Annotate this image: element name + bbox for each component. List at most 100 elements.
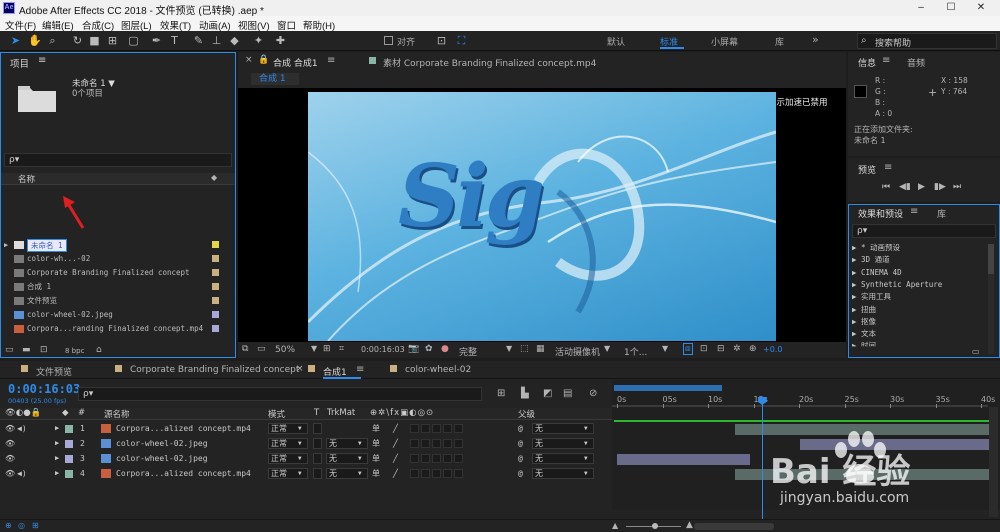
menu-animation[interactable]: 动画(A) [199,18,231,32]
layer-switch-box[interactable] [410,439,419,448]
column-name-label[interactable]: 名称 [18,173,35,185]
zoom-chevron-down-icon[interactable]: ▼ [311,344,317,353]
info-tab[interactable]: 信息 [858,56,876,69]
transparency-grid-icon[interactable]: ▦ [536,344,545,354]
menu-layer[interactable]: 图层(L) [121,18,152,32]
pick-whip-icon[interactable]: @ [518,436,523,451]
expand-layer-icon[interactable]: ▶ [55,421,59,436]
snap-grid-icon[interactable]: ⊡ [435,34,448,47]
layer-switch-box[interactable] [410,454,419,463]
effects-scrollbar[interactable] [988,244,994,354]
effects-category-item[interactable]: ▶ Synthetic Aperture [852,279,942,291]
collapse-switch-icon[interactable]: 单 [372,421,380,436]
layer-switch-box[interactable] [432,439,441,448]
label-column-icon[interactable]: ◆ [62,408,69,418]
library-tab[interactable]: 库 [937,207,946,220]
parent-column[interactable]: 父级 [518,408,535,420]
visibility-eye-icon[interactable]: 👁 [5,436,15,451]
mode-column[interactable]: 模式 [268,408,285,420]
quality-switch-icon[interactable]: ╱ [393,466,398,481]
label-swatch[interactable] [212,255,219,262]
bit-depth-label[interactable]: 8 bpc [65,347,84,355]
layer-switch-box[interactable] [421,439,430,448]
mode-chevron-down-icon[interactable]: ▼ [298,421,302,436]
search-help-input[interactable]: ⌕ 搜索帮助 [857,33,997,49]
snapshot-icon[interactable]: 📷 [408,344,419,354]
preview-panel-menu-icon[interactable]: ≡ [884,162,892,173]
label-swatch[interactable] [212,283,219,290]
camera-tool-icon[interactable]: ■ [88,34,101,47]
new-folder-icon[interactable]: ▬ [22,345,31,355]
effects-tab[interactable]: 效果和预设 [858,207,903,220]
visibility-eye-icon[interactable]: 👁 [5,451,15,466]
monitor-icon[interactable]: ▭ [257,344,266,354]
project-list-item[interactable]: color-wh...-02 [0,252,236,266]
source-name-column[interactable]: 源名称 [104,408,130,420]
new-comp-icon[interactable]: ⊡ [40,345,48,355]
audio-speaker-icon[interactable]: ◀) [17,421,27,436]
zoom-in-icon[interactable]: ▲ [686,520,693,530]
layer-switch-box[interactable] [432,454,441,463]
next-frame-icon[interactable]: ▮▶ [934,182,946,192]
layer-duration-bar[interactable] [735,469,990,480]
quality-switch-icon[interactable]: ╱ [393,421,398,436]
project-list-item[interactable]: color-wheel-02.jpeg [0,308,236,322]
visibility-eye-icon[interactable]: 👁 [5,466,15,481]
timeline-icon[interactable]: ⊡ [700,344,708,354]
lock-icon[interactable]: 🔒 [258,55,269,65]
exposure-icon[interactable]: ⊕ [749,344,757,354]
layer-switch-box[interactable] [421,424,430,433]
comp-subtab[interactable]: 合成 1 [251,73,299,85]
effects-category-item[interactable]: ▶ CINEMA 4D [852,267,902,279]
preserve-transparency-box[interactable] [313,423,322,434]
layer-switch-box[interactable] [443,439,452,448]
project-item-name[interactable]: 未命名 1 [27,239,67,252]
info-panel-menu-icon[interactable]: ≡ [882,55,890,66]
expand-layer-icon[interactable]: ▶ [55,436,59,451]
footage-tab-label[interactable]: 素材 Corporate Branding Finalized concept.… [383,56,596,69]
comp-timecode[interactable]: 0:00:16:03 [361,345,405,354]
exposure-value[interactable]: +0.0 [763,345,782,354]
reset-exposure-icon[interactable]: ✲ [733,344,741,354]
layer-label-swatch[interactable] [65,425,73,433]
quality-switch-icon[interactable]: ╱ [393,451,398,466]
safe-zones-icon[interactable]: ⊞ [323,344,331,354]
visibility-eye-icon[interactable]: 👁 [5,421,15,436]
label-swatch[interactable] [212,269,219,276]
mode-chevron-down-icon[interactable]: ▼ [298,451,302,466]
workspace-library[interactable]: 库 [775,35,784,48]
camera-dropdown[interactable]: 活动摄像机 [555,345,600,358]
collapse-switch-icon[interactable]: 单 [372,451,380,466]
expand-layer-icon[interactable]: ▶ [55,451,59,466]
label-swatch[interactable] [212,297,219,304]
comp-tab-label[interactable]: 合成 合成1 [273,56,318,69]
close-tab-icon[interactable]: × [296,364,304,374]
switches-column-icon[interactable]: ⊕✲\fx▣◐◎⊙ [370,408,434,418]
first-frame-icon[interactable]: ⏮ [882,182,890,192]
parent-chevron-down-icon[interactable]: ▼ [584,466,588,481]
playhead[interactable] [757,397,767,519]
trkmat-chevron-down-icon[interactable]: ▼ [358,451,362,466]
layer-switch-box[interactable] [454,424,463,433]
layer-source-name[interactable]: Corpora...alized concept.mp4 [116,466,251,481]
close-button[interactable]: ✕ [966,0,996,16]
layer-label-swatch[interactable] [65,455,73,463]
snap-checkbox[interactable] [384,36,393,45]
timeline-layer-row[interactable]: 👁 ▶ 2 color-wheel-02.jpeg 正常 ▼ 无 ▼ 单 ╱ @ 无 ▼ [0,436,612,451]
parent-chevron-down-icon[interactable]: ▼ [584,421,588,436]
new-preset-icon[interactable]: ▭ [972,347,980,356]
layer-source-name[interactable]: color-wheel-02.jpeg [116,436,208,451]
t-column[interactable]: T [314,408,319,418]
layer-mode-dropdown[interactable]: 正常 [268,468,308,479]
pick-whip-icon[interactable]: @ [518,466,523,481]
layer-switch-box[interactable] [432,469,441,478]
type-tool-icon[interactable]: T [168,34,181,47]
layer-mode-dropdown[interactable]: 正常 [268,438,308,449]
timeline-layer-row[interactable]: 👁 ▶ 3 color-wheel-02.jpeg 正常 ▼ 无 ▼ 单 ╱ @ 无 ▼ [0,451,612,466]
preserve-transparency-box[interactable] [313,468,322,479]
always-preview-icon[interactable]: ⧉ [242,344,248,354]
collapse-switch-icon[interactable]: 单 [372,466,380,481]
layer-switch-box[interactable] [421,469,430,478]
timeline-search-input[interactable]: ρ▾ [78,387,482,401]
timeline-tab-color-wheel[interactable]: color-wheel-02 [405,365,471,375]
